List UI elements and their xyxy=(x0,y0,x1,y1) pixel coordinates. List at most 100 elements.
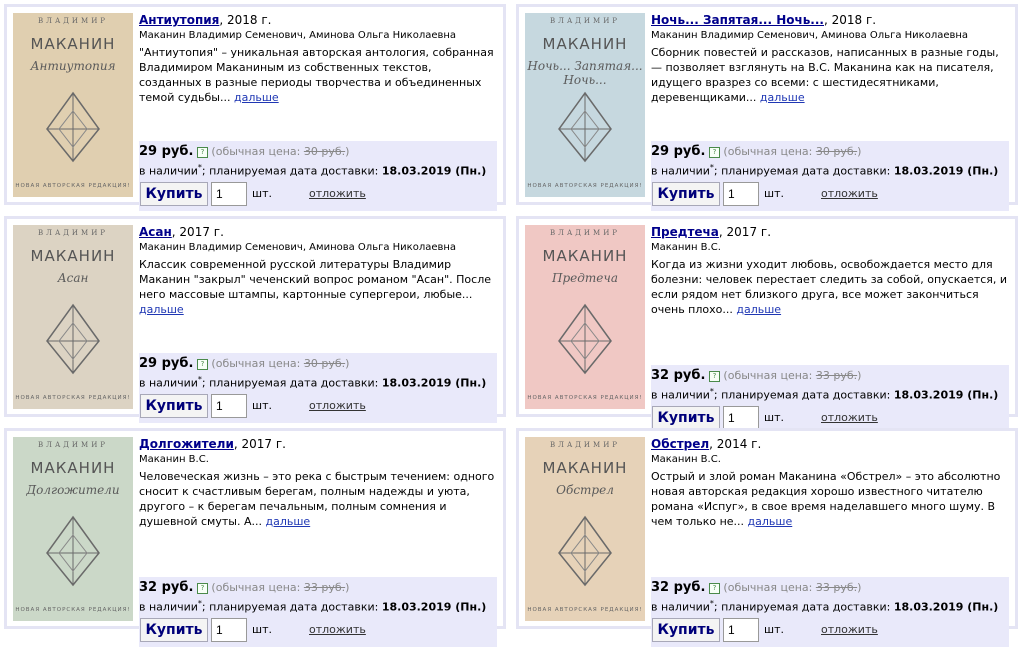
book-year: , 2014 г. xyxy=(709,437,762,451)
cover-title-script: Асан xyxy=(57,271,89,285)
regular-price-note: (обычная цена: 30 руб.) xyxy=(723,145,861,158)
price-panel: 29 руб. ? (обычная цена: 30 руб.) в нали… xyxy=(139,141,497,211)
book-authors: Маканин Владимир Семенович, Аминова Ольг… xyxy=(139,242,457,253)
book-authors: Маканин В.С. xyxy=(651,242,721,253)
quantity-input[interactable] xyxy=(723,181,759,206)
buy-row: Купить шт. отложить xyxy=(651,617,1009,643)
book-cover-image[interactable]: ВЛАДИМИР МАКАНИН Долгожители НОВАЯ АВТОР… xyxy=(13,437,133,621)
regular-price-close: ) xyxy=(857,369,862,382)
quantity-input[interactable] xyxy=(211,617,247,642)
pcs-label: шт. xyxy=(764,186,784,200)
book-cover-image[interactable]: ВЛАДИМИР МАКАНИН Предтеча НОВАЯ АВТОРСКА… xyxy=(525,225,645,409)
cover-geometric-figure-icon xyxy=(46,303,100,375)
cover-edition-caption: НОВАЯ АВТОРСКАЯ РЕДАКЦИЯ! xyxy=(527,183,643,189)
more-link[interactable]: дальше xyxy=(139,303,184,316)
quantity-input[interactable] xyxy=(723,405,759,430)
quantity-input[interactable] xyxy=(211,393,247,418)
quantity-input[interactable] xyxy=(211,181,247,206)
book-card-4: ВЛАДИМИР МАКАНИН Предтеча НОВАЯ АВТОРСКА… xyxy=(516,216,1018,435)
regular-price: 33 руб. xyxy=(303,581,346,594)
cover-author-surname: МАКАНИН xyxy=(542,247,628,265)
book-authors: Маканин Владимир Семенович, Аминова Ольг… xyxy=(139,30,457,41)
regular-price-note: (обычная цена: 33 руб.) xyxy=(723,369,861,382)
book-title-link[interactable]: Антиутопия xyxy=(139,13,219,27)
book-title-link[interactable]: Предтеча xyxy=(651,225,719,239)
help-icon[interactable]: ? xyxy=(708,146,720,158)
book-title-link[interactable]: Ночь... Запятая... Ночь... xyxy=(651,13,824,27)
delivery-date: 18.03.2019 (Пн.) xyxy=(893,600,999,614)
more-link[interactable]: дальше xyxy=(748,515,793,528)
buy-button[interactable]: Купить xyxy=(140,393,208,418)
regular-price: 30 руб. xyxy=(303,357,346,370)
help-icon[interactable]: ? xyxy=(196,358,208,370)
help-icon[interactable]: ? xyxy=(196,582,208,594)
cover-edition-caption: НОВАЯ АВТОРСКАЯ РЕДАКЦИЯ! xyxy=(527,395,643,401)
book-cover-image[interactable]: ВЛАДИМИР МАКАНИН Антиутопия НОВАЯ АВТОРС… xyxy=(13,13,133,197)
defer-link[interactable]: отложить xyxy=(821,623,878,636)
availability-status: в наличии xyxy=(139,164,198,178)
buy-row: Купить шт. отложить xyxy=(651,181,1009,207)
book-cover-image[interactable]: ВЛАДИМИР МАКАНИН Обстрел НОВАЯ АВТОРСКАЯ… xyxy=(525,437,645,621)
pcs-label: шт. xyxy=(252,398,272,412)
book-info: Долгожители, 2017 г. Маканин В.С. Челове… xyxy=(139,437,497,647)
regular-price: 30 руб. xyxy=(303,145,346,158)
availability-status: в наличии xyxy=(651,600,710,614)
book-title-link[interactable]: Асан xyxy=(139,225,172,239)
book-year: , 2017 г. xyxy=(718,225,772,239)
help-icon[interactable]: ? xyxy=(196,146,208,158)
more-link[interactable]: дальше xyxy=(760,91,805,104)
annotation-text: "Антиутопия" – уникальная авторская анто… xyxy=(139,46,494,104)
availability-row: в наличии*; планируемая дата доставки: 1… xyxy=(651,596,1009,615)
book-heading: Предтеча, 2017 г. xyxy=(651,225,1009,239)
book-cover-image[interactable]: ВЛАДИМИР МАКАНИН Асан НОВАЯ АВТОРСКАЯ РЕ… xyxy=(13,225,133,409)
regular-price-label: (обычная цена: xyxy=(723,369,813,382)
cover-edition-caption: НОВАЯ АВТОРСКАЯ РЕДАКЦИЯ! xyxy=(527,607,643,613)
availability-row: в наличии*; планируемая дата доставки: 1… xyxy=(139,372,497,391)
buy-button[interactable]: Купить xyxy=(652,181,720,206)
help-icon[interactable]: ? xyxy=(708,370,720,382)
delivery-date: 18.03.2019 (Пн.) xyxy=(381,376,487,390)
book-annotation: Острый и злой роман Маканина «Обстрел» –… xyxy=(651,469,1009,529)
book-info: Ночь... Запятая... Ночь..., 2018 г. Мака… xyxy=(651,13,1009,211)
buy-button[interactable]: Купить xyxy=(652,405,720,430)
buy-row: Купить шт. отложить xyxy=(139,617,497,643)
buy-button[interactable]: Купить xyxy=(652,617,720,642)
cover-author-surname: МАКАНИН xyxy=(542,459,628,477)
regular-price: 33 руб. xyxy=(815,369,858,382)
buy-button[interactable]: Купить xyxy=(140,181,208,206)
book-heading: Обстрел, 2014 г. xyxy=(651,437,1009,451)
help-icon[interactable]: ? xyxy=(708,582,720,594)
book-title-link[interactable]: Долгожители xyxy=(139,437,234,451)
price-row: 29 руб. ? (обычная цена: 30 руб.) xyxy=(139,356,497,372)
book-year: , 2018 г. xyxy=(219,13,272,27)
price-panel: 29 руб. ? (обычная цена: 30 руб.) в нали… xyxy=(139,353,497,423)
quantity-input[interactable] xyxy=(723,617,759,642)
buy-row: Купить шт. отложить xyxy=(139,393,497,419)
more-link[interactable]: дальше xyxy=(265,515,310,528)
price-panel: 32 руб. ? (обычная цена: 33 руб.) в нали… xyxy=(651,577,1009,647)
cover-title-script: Долгожители xyxy=(26,483,120,497)
delivery-label: ; планируемая дата доставки: xyxy=(713,164,891,178)
delivery-date: 18.03.2019 (Пн.) xyxy=(893,388,999,402)
defer-link[interactable]: отложить xyxy=(309,623,366,636)
book-info: Обстрел, 2014 г. Маканин В.С. Острый и з… xyxy=(651,437,1009,647)
buy-button[interactable]: Купить xyxy=(140,617,208,642)
defer-link[interactable]: отложить xyxy=(309,399,366,412)
book-title-link[interactable]: Обстрел xyxy=(651,437,709,451)
cover-author-caption: ВЛАДИМИР xyxy=(549,229,621,237)
annotation-text: Когда из жизни уходит любовь, освобождае… xyxy=(651,258,1008,316)
delivery-label: ; планируемая дата доставки: xyxy=(201,164,379,178)
defer-link[interactable]: отложить xyxy=(821,187,878,200)
book-cover-image[interactable]: ВЛАДИМИР МАКАНИН Ночь... Запятая... Ночь… xyxy=(525,13,645,197)
cover-author-caption: ВЛАДИМИР xyxy=(37,17,109,25)
cover-geometric-figure-icon xyxy=(46,515,100,587)
defer-link[interactable]: отложить xyxy=(821,411,878,424)
book-card-3: ВЛАДИМИР МАКАНИН Асан НОВАЯ АВТОРСКАЯ РЕ… xyxy=(4,216,506,423)
more-link[interactable]: дальше xyxy=(234,91,279,104)
annotation-text: Человеческая жизнь – это река с быстрым … xyxy=(139,470,495,528)
defer-link[interactable]: отложить xyxy=(309,187,366,200)
buy-row: Купить шт. отложить xyxy=(139,181,497,207)
delivery-label: ; планируемая дата доставки: xyxy=(201,600,379,614)
current-price: 32 руб. xyxy=(651,580,706,595)
more-link[interactable]: дальше xyxy=(736,303,781,316)
